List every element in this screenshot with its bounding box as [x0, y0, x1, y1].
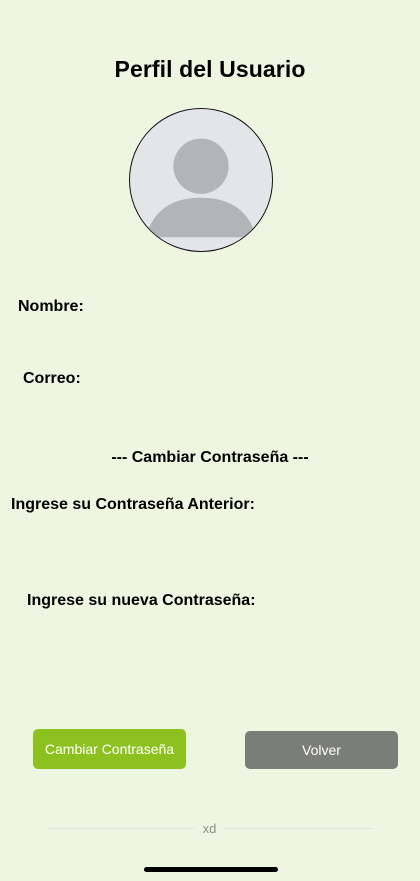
correo-label: Correo: [23, 370, 81, 387]
change-password-section-title: --- Cambiar Contraseña --- [111, 449, 309, 466]
nombre-label: Nombre: [18, 298, 84, 315]
user-silhouette-icon [145, 138, 257, 238]
new-password-label: Ingrese su nueva Contraseña: [27, 592, 256, 609]
page-title: Perfil del Usuario [114, 56, 306, 82]
back-button[interactable]: Volver [245, 731, 398, 769]
footer-divider-right [224, 828, 372, 829]
change-password-button[interactable]: Cambiar Contraseña [33, 729, 186, 769]
home-indicator[interactable] [144, 867, 278, 872]
footer-text: xd [202, 821, 217, 836]
old-password-label: Ingrese su Contraseña Anterior: [11, 496, 255, 513]
avatar[interactable] [129, 108, 273, 252]
footer-divider-left [47, 828, 195, 829]
